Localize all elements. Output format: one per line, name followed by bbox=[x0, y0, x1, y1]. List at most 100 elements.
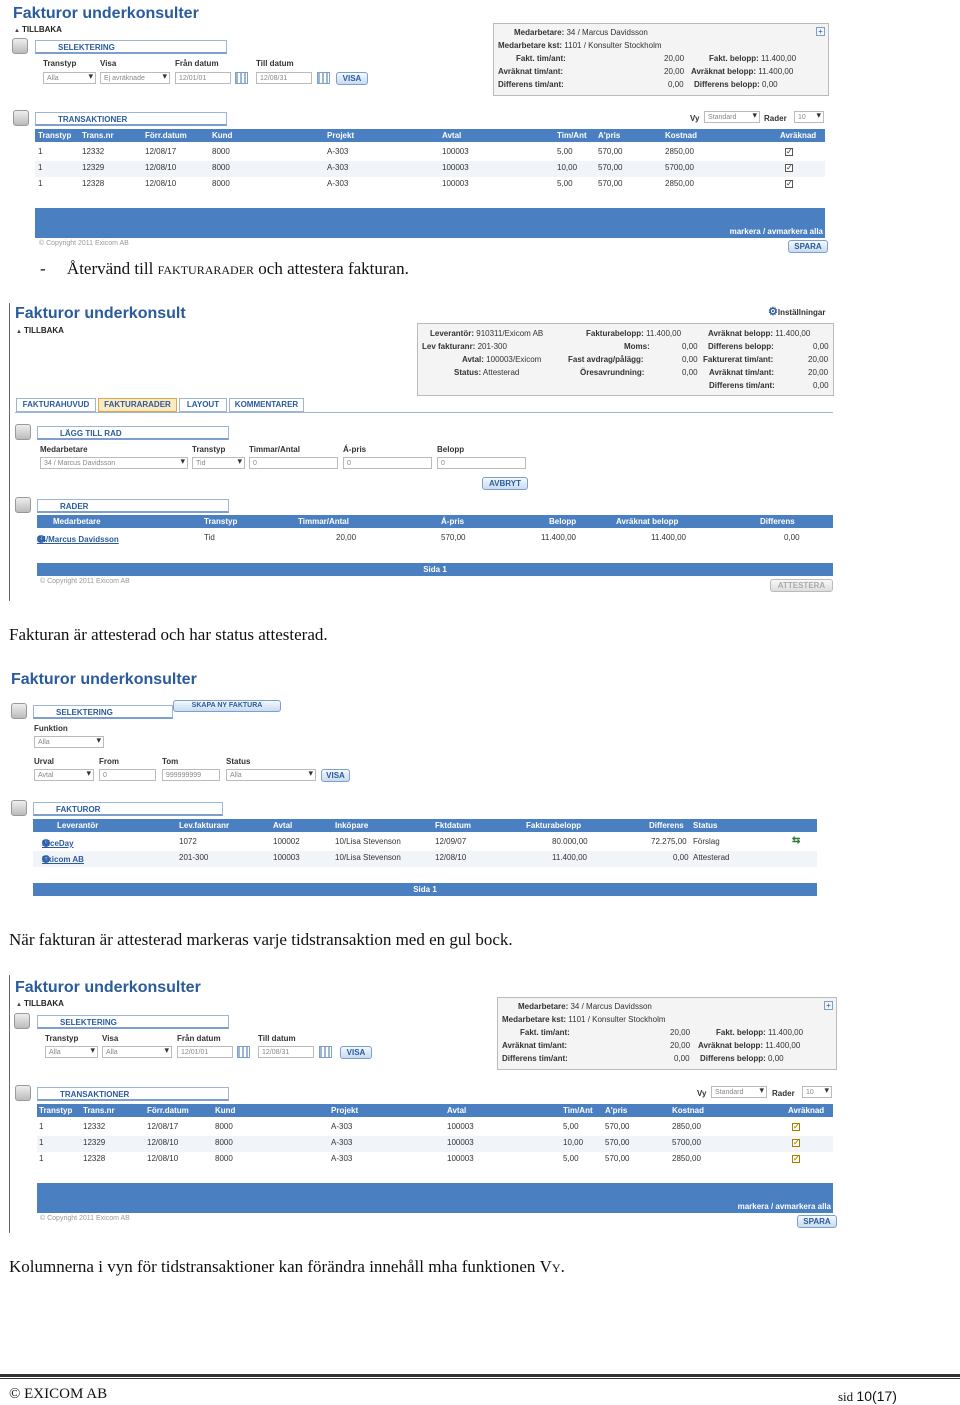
rader-select[interactable]: 10 bbox=[794, 111, 824, 123]
page-indicator[interactable]: Sida 1 bbox=[413, 885, 437, 894]
column-header[interactable]: Projekt bbox=[331, 1106, 358, 1115]
transtyp-select[interactable]: Tid bbox=[192, 457, 245, 469]
table-row[interactable]: 1 12328 12/08/10 8000 A-303 100003 5,00 570,00 2… bbox=[37, 1152, 833, 1168]
visa-select[interactable]: Ej avräknade bbox=[100, 72, 170, 84]
column-header[interactable]: Tim/Ant bbox=[557, 131, 587, 140]
column-header[interactable]: Lev.fakturanr bbox=[179, 821, 229, 830]
hours-input[interactable]: 0 bbox=[249, 457, 338, 469]
transactions-panel-header[interactable]: TRANSAKTIONER bbox=[35, 112, 227, 126]
from-input[interactable]: 0 bbox=[99, 769, 156, 781]
mark-all-link[interactable]: markera / avmarkera alla bbox=[730, 227, 823, 236]
to-date-input[interactable]: 12/08/31 bbox=[256, 72, 312, 84]
refresh-icon[interactable]: ⇆ bbox=[792, 835, 800, 846]
tab-layout[interactable]: LAYOUT bbox=[179, 398, 227, 412]
visa-button[interactable]: VISA bbox=[340, 1046, 372, 1059]
column-header[interactable]: Avtal bbox=[447, 1106, 466, 1115]
column-header[interactable]: Medarbetare bbox=[53, 517, 101, 526]
column-header[interactable]: Avräknat belopp bbox=[616, 517, 678, 526]
expand-icon[interactable]: + bbox=[824, 1001, 833, 1010]
cancel-button[interactable]: AVBRYT bbox=[482, 477, 528, 490]
column-header[interactable]: Status bbox=[693, 821, 717, 830]
yellow-check-icon[interactable]: ✓ bbox=[792, 1139, 800, 1147]
tab-fakturarader[interactable]: FAKTURARADER bbox=[98, 398, 177, 412]
calendar-icon[interactable] bbox=[235, 72, 248, 84]
page-indicator[interactable]: Sida 1 bbox=[423, 565, 447, 574]
column-header[interactable]: Differens bbox=[760, 517, 795, 526]
rader-select[interactable]: 10 bbox=[802, 1086, 832, 1098]
status-select[interactable]: Alla bbox=[226, 769, 316, 781]
back-link[interactable]: TILLBAKA bbox=[16, 999, 64, 1008]
supplier-name[interactable]: Exicom AB bbox=[42, 855, 84, 864]
mark-all-link[interactable]: markera / avmarkera alla bbox=[738, 1202, 831, 1211]
avraknad-checkbox[interactable]: ✓ bbox=[785, 148, 793, 156]
tom-input[interactable]: 999999999 bbox=[162, 769, 220, 781]
visa-button[interactable]: VISA bbox=[336, 72, 368, 85]
column-header[interactable]: A'pris bbox=[598, 131, 620, 140]
back-link[interactable]: TILLBAKA bbox=[16, 326, 64, 335]
to-date-input[interactable]: 12/08/31 bbox=[258, 1046, 314, 1058]
column-header[interactable]: Inköpare bbox=[335, 821, 368, 830]
table-row[interactable]: i NiceDay 1072 100002 10/Lisa Stevenson 1… bbox=[33, 835, 817, 851]
table-row[interactable]: 1 12329 12/08/10 8000 A-303 100003 10,00 570,00… bbox=[35, 161, 825, 177]
add-row-panel-header[interactable]: LÄGG TILL RAD bbox=[37, 426, 229, 440]
column-header[interactable]: A'pris bbox=[605, 1106, 627, 1115]
table-row[interactable]: i Exicom AB 201-300 100003 10/Lisa Steven… bbox=[33, 851, 817, 867]
function-select[interactable]: Alla bbox=[34, 736, 104, 748]
invoices-panel-header[interactable]: FAKTUROR bbox=[33, 802, 223, 816]
calendar-icon[interactable] bbox=[319, 1046, 332, 1058]
tab-fakturahuvud[interactable]: FAKTURAHUVUD bbox=[16, 398, 96, 412]
column-header[interactable]: Avräknad bbox=[788, 1106, 824, 1115]
column-header[interactable]: Trans.nr bbox=[83, 1106, 115, 1115]
unit-price-input[interactable]: 0 bbox=[343, 457, 432, 469]
table-row[interactable]: 1 12332 12/08/17 8000 A-303 100003 5,00 570,00 2… bbox=[37, 1120, 833, 1136]
column-header[interactable]: Avtal bbox=[442, 131, 461, 140]
tab-kommentarer[interactable]: KOMMENTARER bbox=[229, 398, 304, 412]
column-header[interactable]: Avräknad bbox=[780, 131, 816, 140]
back-link[interactable]: TILLBAKA bbox=[14, 25, 62, 34]
create-invoice-button[interactable]: SKAPA NY FAKTURA bbox=[173, 700, 281, 712]
column-header[interactable]: Tim/Ant bbox=[563, 1106, 593, 1115]
column-header[interactable]: Avtal bbox=[273, 821, 292, 830]
attest-button[interactable]: ATTESTERA bbox=[770, 579, 833, 592]
calendar-icon[interactable] bbox=[237, 1046, 250, 1058]
visa-button[interactable]: VISA bbox=[321, 769, 350, 782]
employee-name[interactable]: 34/Marcus Davidsson bbox=[37, 535, 119, 544]
rows-panel-header[interactable]: RADER bbox=[37, 499, 229, 513]
column-header[interactable]: Differens bbox=[649, 821, 684, 830]
column-header[interactable]: Fktdatum bbox=[435, 821, 471, 830]
vy-select[interactable]: Standard bbox=[711, 1086, 767, 1098]
column-header[interactable]: Transtyp bbox=[38, 131, 71, 140]
column-header[interactable]: Á-pris bbox=[441, 517, 464, 526]
column-header[interactable]: Trans.nr bbox=[82, 131, 114, 140]
visa-select[interactable]: Alla bbox=[102, 1046, 172, 1058]
vy-select[interactable]: Standard bbox=[704, 111, 760, 123]
medarbetare-select[interactable]: 34 / Marcus Davidsson bbox=[40, 457, 188, 469]
column-header[interactable]: Kostnad bbox=[665, 131, 697, 140]
column-header[interactable]: Kund bbox=[212, 131, 232, 140]
transtyp-select[interactable]: Alla bbox=[45, 1046, 98, 1058]
column-header[interactable]: Belopp bbox=[549, 517, 576, 526]
table-row[interactable]: 1 12328 12/08/10 8000 A-303 100003 5,00 570,00 2… bbox=[35, 177, 825, 193]
transactions-panel-header[interactable]: TRANSAKTIONER bbox=[37, 1087, 229, 1101]
calendar-icon[interactable] bbox=[317, 72, 330, 84]
table-row[interactable]: 1 12329 12/08/10 8000 A-303 100003 10,00 570,00… bbox=[37, 1136, 833, 1152]
column-header[interactable]: Förr.datum bbox=[145, 131, 187, 140]
save-button[interactable]: SPARA bbox=[797, 1215, 837, 1228]
expand-icon[interactable]: + bbox=[816, 27, 825, 36]
table-row[interactable]: i 34/Marcus Davidsson Tid 20,00 570,00 11… bbox=[37, 531, 833, 547]
column-header[interactable]: Kund bbox=[215, 1106, 235, 1115]
selection-panel-header[interactable]: SELEKTERING bbox=[35, 40, 227, 54]
column-header[interactable]: Kostnad bbox=[672, 1106, 704, 1115]
selection-panel-header[interactable]: SELEKTERING bbox=[37, 1015, 229, 1029]
column-header[interactable]: Fakturabelopp bbox=[526, 821, 581, 830]
table-row[interactable]: 1 12332 12/08/17 8000 A-303 100003 5,00 570,00 2… bbox=[35, 145, 825, 161]
save-button[interactable]: SPARA bbox=[788, 240, 828, 253]
transtyp-select[interactable]: Alla bbox=[43, 72, 96, 84]
settings-link[interactable]: ⚙Inställningar bbox=[768, 305, 825, 318]
column-header[interactable]: Leverantör bbox=[57, 821, 98, 830]
column-header[interactable]: Timmar/Antal bbox=[298, 517, 349, 526]
column-header[interactable]: Transtyp bbox=[204, 517, 237, 526]
amount-input[interactable]: 0 bbox=[437, 457, 526, 469]
from-date-input[interactable]: 12/01/01 bbox=[175, 72, 231, 84]
supplier-name[interactable]: NiceDay bbox=[42, 839, 74, 848]
